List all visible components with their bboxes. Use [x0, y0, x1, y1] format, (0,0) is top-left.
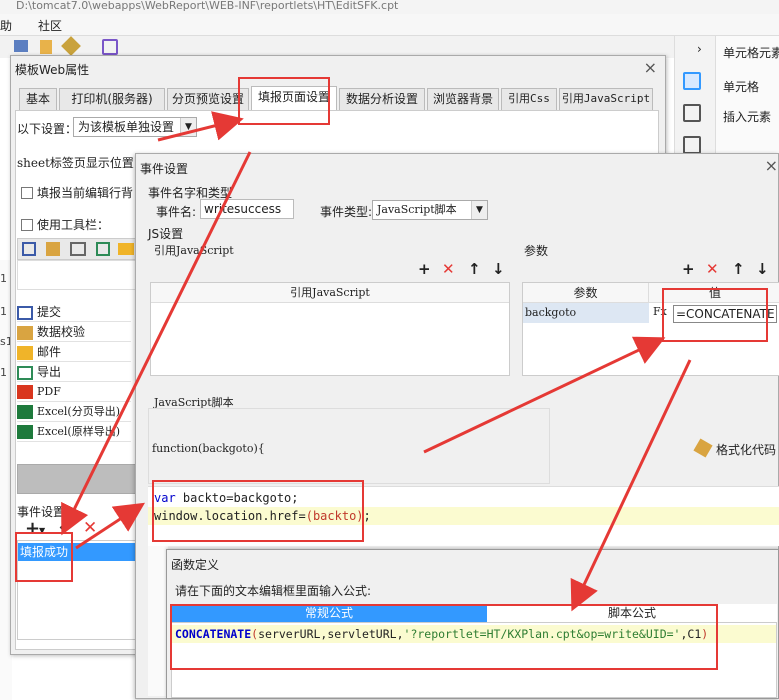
annotation-box-code	[152, 480, 364, 542]
annotation-box-event	[15, 532, 73, 582]
arrow-to-formula	[570, 359, 692, 612]
arrow-to-event	[61, 151, 252, 536]
arrow-to-tab	[157, 111, 244, 142]
arrow-to-param	[423, 336, 666, 454]
annotation-arrows	[61, 111, 692, 612]
annotation-box-formula	[170, 604, 718, 670]
annotation-box-param	[662, 288, 768, 342]
annotation-box-tab	[238, 77, 330, 125]
arrow-to-code	[75, 502, 146, 550]
